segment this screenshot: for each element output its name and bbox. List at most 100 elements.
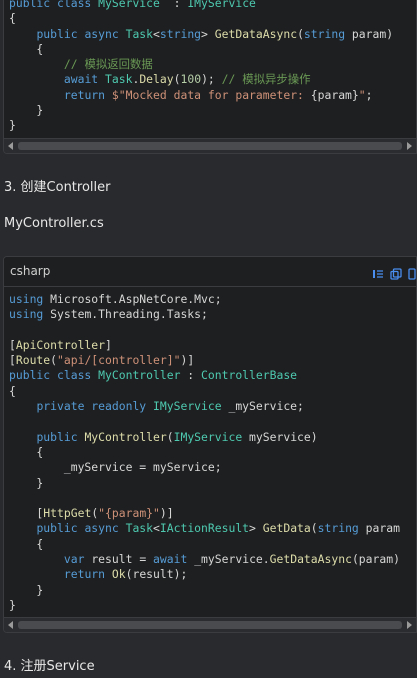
code-token: IMyService bbox=[187, 0, 256, 10]
code-line: [ApiController] bbox=[9, 338, 416, 353]
code-line: public async Task<IActionResult> GetData… bbox=[9, 521, 416, 536]
code-line: { bbox=[9, 42, 416, 57]
code-token: [ bbox=[9, 506, 44, 521]
scroll-left-icon[interactable] bbox=[8, 142, 13, 150]
code-token: { bbox=[9, 11, 16, 26]
code-line: public MyController(IMyService myService… bbox=[9, 430, 416, 445]
code-line: public class MyController : ControllerBa… bbox=[9, 368, 416, 383]
code-line: using Microsoft.AspNetCore.Mvc; bbox=[9, 292, 416, 307]
code-token: ); bbox=[201, 72, 222, 87]
code-lines: public class MyService : IMyService{ pub… bbox=[4, 0, 416, 134]
code-block-header: csharp bbox=[4, 257, 416, 287]
code-line: } bbox=[9, 583, 416, 598]
scroll-right-icon[interactable] bbox=[407, 142, 412, 150]
code-line: private readonly IMyService _myService; bbox=[9, 399, 416, 414]
code-token: ( bbox=[50, 353, 58, 368]
code-token: MyService bbox=[98, 0, 160, 10]
code-token: {param} bbox=[310, 87, 359, 102]
code-token: ; bbox=[365, 87, 373, 102]
copy-icon[interactable] bbox=[390, 265, 402, 280]
scroll-right-icon[interactable] bbox=[407, 621, 412, 629]
code-token: await bbox=[153, 552, 195, 567]
code-token: } bbox=[9, 582, 44, 597]
code-token: var bbox=[63, 552, 92, 567]
code-token: { bbox=[9, 536, 44, 551]
code-token: GetDataAsync bbox=[269, 552, 352, 567]
code-token: )] bbox=[159, 506, 174, 521]
code-token: ( bbox=[310, 521, 318, 536]
code-block-myservice: public class MyService : IMyService{ pub… bbox=[3, 0, 417, 154]
code-token: _myService = myService; bbox=[9, 460, 222, 475]
code-token: IActionResult bbox=[159, 521, 250, 536]
scrollbar-thumb[interactable] bbox=[18, 142, 402, 150]
code-token: // 模拟返回数据 bbox=[63, 57, 153, 72]
code-token: ApiController bbox=[15, 337, 106, 352]
code-token: MyController bbox=[84, 429, 167, 444]
code-line: [HttpGet("{param}")] bbox=[9, 506, 416, 521]
code-token: public class bbox=[9, 368, 99, 383]
code-token: } bbox=[9, 475, 44, 490]
code-token: { bbox=[9, 444, 44, 459]
code-token: : bbox=[159, 0, 188, 10]
code-token: GetData bbox=[262, 521, 311, 536]
code-token: " bbox=[358, 87, 366, 102]
code-token: IMyService bbox=[153, 399, 222, 414]
code-line: } bbox=[9, 476, 416, 491]
code-token: using bbox=[9, 307, 51, 322]
code-token: string bbox=[303, 26, 346, 41]
code-token: GetDataAsync bbox=[214, 26, 298, 41]
code-line: public class MyService : IMyService bbox=[9, 0, 416, 11]
code-token: _myService; bbox=[221, 399, 304, 414]
code-token: [ bbox=[9, 353, 16, 368]
code-token: HttpGet bbox=[43, 506, 92, 521]
code-token: "{param}" bbox=[98, 506, 160, 521]
code-token: Delay bbox=[139, 72, 174, 87]
horizontal-scrollbar[interactable] bbox=[4, 138, 416, 153]
code-block-toolbar bbox=[372, 265, 416, 280]
code-token: $"Mocked data for parameter: bbox=[111, 87, 311, 102]
code-token: public bbox=[36, 429, 85, 444]
code-line: public async Task<string> GetDataAsync(s… bbox=[9, 27, 416, 42]
code-token: : bbox=[180, 368, 202, 383]
code-line: await Task.Delay(100); // 模拟异步操作 bbox=[9, 72, 416, 87]
code-line: { bbox=[9, 445, 416, 460]
code-token: param) bbox=[345, 26, 394, 41]
code-line: return Ok(result); bbox=[9, 567, 416, 582]
code-token: } bbox=[9, 103, 44, 118]
code-token: using bbox=[9, 292, 51, 306]
code-token: private readonly bbox=[36, 399, 154, 414]
horizontal-scrollbar[interactable] bbox=[4, 617, 416, 632]
code-token: 100 bbox=[180, 72, 202, 87]
insert-code-icon[interactable] bbox=[372, 265, 384, 278]
code-token: } bbox=[9, 597, 16, 612]
code-line: _myService = myService; bbox=[9, 460, 416, 475]
code-token: Task bbox=[125, 26, 154, 41]
code-token: { bbox=[9, 383, 16, 398]
code-token: System.Threading.Tasks; bbox=[50, 307, 208, 322]
code-line: var result = await _myService.GetDataAsy… bbox=[9, 552, 416, 567]
code-token: // 模拟异步操作 bbox=[221, 72, 311, 87]
code-token: ( bbox=[297, 26, 304, 41]
code-token: Task bbox=[105, 72, 133, 87]
code-token: param bbox=[358, 521, 400, 536]
code-token: string bbox=[159, 26, 202, 41]
code-lines: using Microsoft.AspNetCore.Mvc; using Sys… bbox=[4, 287, 416, 613]
code-token: string bbox=[317, 521, 359, 536]
code-line: } bbox=[9, 103, 416, 118]
more-icon[interactable] bbox=[408, 265, 416, 280]
scrollbar-thumb[interactable] bbox=[18, 621, 402, 629]
code-block-mycontroller: csharp using Microsoft.AspNetCore.Mvc; us… bbox=[3, 256, 417, 633]
code-token: ControllerBase bbox=[201, 368, 298, 383]
code-token: (param) bbox=[351, 552, 400, 567]
code-token: < bbox=[153, 521, 160, 536]
scroll-left-icon[interactable] bbox=[8, 621, 13, 629]
code-token: > bbox=[201, 26, 215, 41]
code-token: return bbox=[63, 87, 112, 102]
